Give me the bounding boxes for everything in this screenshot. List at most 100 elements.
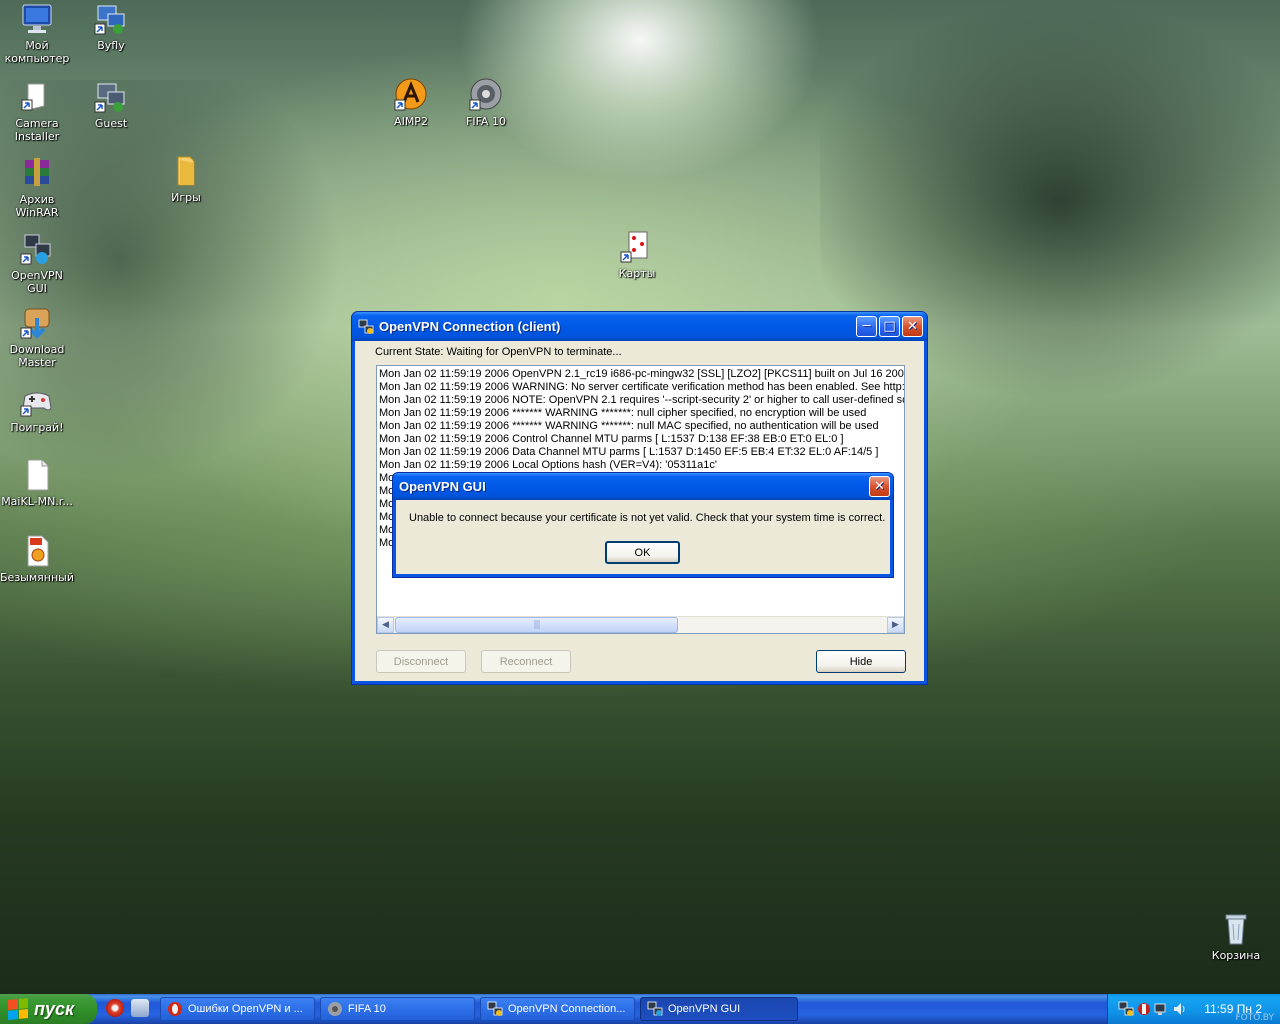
log-line: Mon Jan 02 11:59:19 2006 ******* WARNING… — [379, 420, 879, 432]
scroll-right-button[interactable]: ▶ — [887, 617, 904, 633]
minimize-icon: ─ — [862, 319, 871, 334]
openvpn-icon — [487, 1001, 503, 1017]
log-line: Mon Jan 02 11:59:19 2006 ******* WARNING… — [379, 407, 867, 419]
window-title: OpenVPN Connection (client) — [379, 319, 561, 334]
desktop-icon-aimp2[interactable]: AIMP2 — [374, 78, 448, 128]
desktop-icon-fifa10[interactable]: FIFA 10 — [449, 78, 523, 128]
chevron-right-icon: ▶ — [892, 620, 899, 630]
download-master-icon — [20, 306, 54, 340]
desktop-icon-my-computer[interactable]: Мой компьютер — [0, 2, 74, 65]
opera-icon — [167, 1001, 183, 1017]
close-button[interactable]: ✕ — [869, 476, 890, 497]
gamepad-icon — [20, 384, 54, 418]
message-box-title: OpenVPN GUI — [399, 479, 486, 494]
hide-button[interactable]: Hide — [816, 650, 906, 673]
desktop-icon-play[interactable]: Поиграй! — [0, 384, 74, 434]
desktop-icon-label: Архив WinRAR — [15, 193, 59, 219]
message-box-client: Unable to connect because your certifica… — [396, 500, 890, 574]
start-label: пуск — [34, 998, 75, 1019]
scroll-left-button[interactable]: ◀ — [377, 617, 394, 633]
taskbar-button-openvpn-gui[interactable]: OpenVPN GUI — [640, 997, 798, 1021]
show-desktop-icon[interactable] — [131, 999, 149, 1017]
scrollbar-thumb[interactable]: ||| — [395, 617, 678, 633]
horizontal-scrollbar[interactable]: ◀ ||| ▶ — [377, 616, 904, 633]
desktop-icon-label: Guest — [94, 117, 128, 130]
desktop-icon-label: Безымянный — [0, 571, 74, 584]
desktop-icon-guest[interactable]: Guest — [74, 80, 148, 130]
desktop-icon-label: MaiKL-MN.r... — [1, 495, 73, 508]
taskbar-button-opera[interactable]: Ошибки OpenVPN и ... — [160, 997, 315, 1021]
folder-icon — [169, 154, 203, 188]
minimize-button[interactable]: ─ — [856, 316, 877, 337]
desktop-icon-label: Корзина — [1211, 949, 1261, 962]
log-line: Mon Jan 02 11:59:19 2006 NOTE: OpenVPN 2… — [379, 394, 905, 406]
desktop-icon-label: Byfly — [97, 39, 125, 52]
log-line: Mon Jan 02 11:59:19 2006 Control Channel… — [379, 433, 844, 445]
cards-icon — [620, 230, 654, 264]
desktop-icon-label: Поиграй! — [10, 421, 64, 434]
desktop-icon-byfly[interactable]: Byfly — [74, 2, 148, 52]
winrar-icon — [20, 156, 54, 190]
ok-button[interactable]: OK — [605, 541, 680, 564]
windows-logo-icon — [8, 997, 28, 1021]
desktop-icon-winrar[interactable]: Архив WinRAR — [0, 156, 74, 219]
network-connection-icon — [94, 2, 128, 36]
desktop-icon-download-master[interactable]: Download Master — [0, 306, 74, 369]
desktop-icon-label: Camera Installer — [14, 117, 60, 143]
task-label: OpenVPN GUI — [668, 1003, 741, 1015]
desktop-icon-openvpn-gui[interactable]: OpenVPN GUI — [0, 232, 74, 295]
log-line: Mon Jan 02 11:59:19 2006 WARNING: No ser… — [379, 381, 905, 393]
my-computer-icon — [20, 2, 54, 36]
openvpn-gui-message-box[interactable]: OpenVPN GUI ✕ Unable to connect because … — [392, 472, 894, 578]
openvpn-icon — [647, 1001, 663, 1017]
task-label: FIFA 10 — [348, 1003, 386, 1015]
message-box-titlebar[interactable]: OpenVPN GUI ✕ — [393, 473, 893, 500]
desktop-icon-camera-installer[interactable]: Camera Installer — [0, 80, 74, 143]
desktop-icon-recycle-bin[interactable]: Корзина — [1199, 912, 1273, 962]
desktop-icon-label: Мой компьютер — [4, 39, 70, 65]
error-message: Unable to connect because your certifica… — [409, 512, 886, 524]
log-line: Mon Jan 02 11:59:19 2006 Local Options h… — [379, 459, 717, 471]
opera-quicklaunch-icon[interactable] — [106, 999, 124, 1017]
desktop-icon-label: OpenVPN GUI — [11, 269, 63, 295]
current-state-label: Current State: Waiting for OpenVPN to te… — [375, 346, 622, 358]
openvpn-icon — [358, 319, 374, 335]
fifa-icon — [327, 1001, 343, 1017]
openvpn-icon — [20, 232, 54, 266]
desktop-icon-games-folder[interactable]: Игры — [149, 154, 223, 204]
reconnect-button[interactable]: Reconnect — [481, 650, 571, 673]
taskbar-button-openvpn-connection[interactable]: OpenVPN Connection... — [480, 997, 635, 1021]
desktop-icon-label: Download Master — [9, 343, 65, 369]
start-button[interactable]: пуск — [0, 994, 97, 1024]
openvpn-tray-icon[interactable] — [1154, 1001, 1170, 1017]
disconnect-button[interactable]: Disconnect — [376, 650, 466, 673]
close-button[interactable]: ✕ — [902, 316, 923, 337]
close-icon: ✕ — [874, 479, 885, 494]
maximize-icon: □ — [883, 319, 896, 334]
jpg-file-icon — [20, 534, 54, 568]
desktop-icon-label: AIMP2 — [394, 115, 428, 128]
speaker-icon[interactable] — [1172, 1001, 1188, 1017]
desktop-icon-untitled[interactable]: Безымянный — [0, 534, 74, 584]
network-tray-icon[interactable] — [1118, 1001, 1134, 1017]
log-line: Mon Jan 02 11:59:19 2006 Data Channel MT… — [379, 446, 879, 458]
window-titlebar[interactable]: OpenVPN Connection (client) ─ □ ✕ — [352, 312, 927, 341]
taskbar-button-fifa10[interactable]: FIFA 10 — [320, 997, 475, 1021]
file-icon — [20, 458, 54, 492]
task-label: OpenVPN Connection... — [508, 1003, 626, 1015]
taskbar: пуск Ошибки OpenVPN и ... FIFA 10 OpenVP… — [0, 994, 1280, 1024]
aimp-icon — [394, 78, 428, 112]
network-connection-icon — [94, 80, 128, 114]
desktop-icon-label: Карты — [618, 267, 656, 280]
recycle-bin-icon — [1219, 912, 1253, 946]
desktop-icon-maikl-file[interactable]: MaiKL-MN.r... — [0, 458, 74, 508]
desktop-icon-label: FIFA 10 — [466, 115, 506, 128]
log-line: Mon Jan 02 11:59:19 2006 OpenVPN 2.1_rc1… — [379, 368, 905, 380]
fifa-icon — [469, 78, 503, 112]
grip-icon: ||| — [533, 620, 540, 630]
desktop-icon-cards[interactable]: Карты — [600, 230, 674, 280]
maximize-button[interactable]: □ — [879, 316, 900, 337]
antivirus-tray-icon[interactable] — [1136, 1001, 1152, 1017]
desktop-icon-label: Игры — [171, 191, 201, 204]
chevron-left-icon: ◀ — [382, 620, 389, 630]
